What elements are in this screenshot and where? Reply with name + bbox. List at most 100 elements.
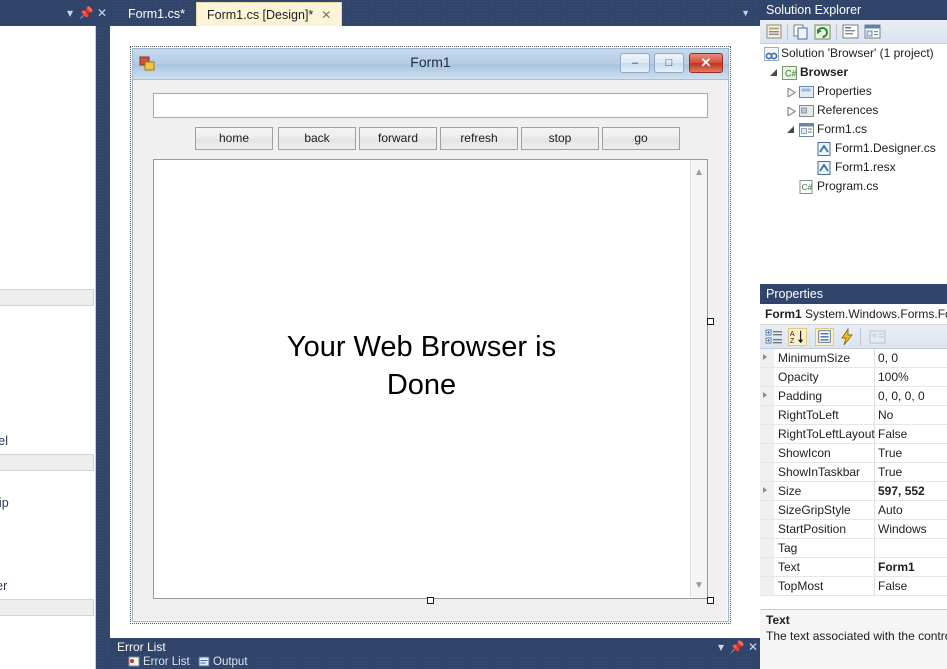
- tab-output[interactable]: Output: [198, 656, 248, 668]
- webbrowser-control[interactable]: Your Web Browser is Done ▲ ▼: [153, 159, 708, 599]
- collapsed-arrow-icon[interactable]: [787, 88, 796, 97]
- properties-description-pane: Text The text associated with the contro: [760, 609, 947, 669]
- refresh-button[interactable]: refresh: [440, 127, 518, 150]
- collapsed-arrow-icon[interactable]: [787, 107, 796, 116]
- property-value[interactable]: No: [878, 406, 947, 424]
- refresh-icon[interactable]: [814, 24, 831, 40]
- tree-item-solution[interactable]: Solution 'Browser' (1 project): [760, 44, 947, 63]
- property-row-sizegripstyle[interactable]: SizeGripStyle Auto: [760, 501, 947, 520]
- webbrowser-scrollbar[interactable]: ▲ ▼: [690, 160, 707, 598]
- tab-form1-cs[interactable]: Form1.cs*: [118, 2, 195, 26]
- expand-arrow-icon[interactable]: [763, 354, 767, 360]
- properties-grid[interactable]: MinimumSize 0, 0 Opacity 100% Padding 0,…: [760, 349, 947, 609]
- property-row-showintaskbar[interactable]: ShowInTaskbar True: [760, 463, 947, 482]
- property-value[interactable]: 0, 0, 0, 0: [878, 387, 947, 405]
- svg-text:C#: C#: [785, 69, 797, 79]
- home-button[interactable]: home: [195, 127, 273, 150]
- solution-explorer-tree[interactable]: Solution 'Browser' (1 project) C# Browse…: [760, 44, 947, 284]
- tree-item-references[interactable]: References: [760, 101, 947, 120]
- tree-item-properties[interactable]: Properties: [760, 82, 947, 101]
- properties-object-type: System.Windows.Forms.Fo: [805, 307, 947, 321]
- designer-canvas[interactable]: Form1 – □ ✕ home back forward refresh st…: [110, 26, 760, 638]
- properties-view-icon[interactable]: [815, 328, 834, 346]
- property-value[interactable]: False: [878, 577, 947, 595]
- back-button[interactable]: back: [278, 127, 356, 150]
- expand-arrow-icon[interactable]: [763, 487, 767, 493]
- property-value[interactable]: 100%: [878, 368, 947, 386]
- chevron-down-icon[interactable]: ▼: [741, 8, 750, 18]
- toolbox-group-header[interactable]: [0, 289, 94, 306]
- categorized-icon[interactable]: [765, 328, 784, 346]
- forward-button[interactable]: forward: [359, 127, 437, 150]
- show-all-files-icon[interactable]: [793, 24, 810, 40]
- toolbox-item[interactable]: tainer: [0, 579, 7, 593]
- property-row-opacity[interactable]: Opacity 100%: [760, 368, 947, 387]
- property-value[interactable]: Windows: [878, 520, 947, 538]
- browser-message-line2: Done: [386, 369, 457, 402]
- tree-item-form1-cs[interactable]: Form1.cs: [760, 120, 947, 139]
- pin-icon[interactable]: 📌: [729, 639, 745, 655]
- tab-error-list[interactable]: Error List: [128, 656, 190, 668]
- toolbar-divider: [836, 24, 837, 40]
- close-icon[interactable]: ✕: [745, 639, 761, 655]
- view-designer-icon[interactable]: [864, 24, 881, 40]
- property-value[interactable]: False: [878, 425, 947, 443]
- toolbox-group-header[interactable]: [0, 599, 94, 616]
- tab-form1-cs-design[interactable]: Form1.cs [Design]* ✕: [196, 2, 343, 26]
- view-code-icon[interactable]: [842, 24, 859, 40]
- toolbox-item[interactable]: Panel: [0, 434, 8, 448]
- property-row-topmost[interactable]: TopMost False: [760, 577, 947, 596]
- toolbox-item[interactable]: uStrip: [0, 496, 9, 510]
- tree-item-project-browser[interactable]: C# Browser: [760, 63, 947, 82]
- resize-handle-middle-right[interactable]: [707, 318, 714, 325]
- property-value[interactable]: Form1: [878, 558, 947, 576]
- property-row-minimumsize[interactable]: MinimumSize 0, 0: [760, 349, 947, 368]
- property-name: Size: [778, 484, 802, 498]
- close-icon[interactable]: ✕: [321, 8, 331, 22]
- right-docked-panels: Solution Explorer Solution 'Browser' (1 …: [760, 0, 947, 669]
- chevron-up-icon[interactable]: ▲: [691, 164, 707, 181]
- property-value[interactable]: Auto: [878, 501, 947, 519]
- resize-handle-bottom-right[interactable]: [707, 597, 714, 604]
- properties-object-selector[interactable]: Form1 System.Windows.Forms.Fo: [760, 304, 947, 325]
- alphabetical-icon[interactable]: A Z: [788, 328, 807, 346]
- minimize-button[interactable]: –: [620, 53, 650, 73]
- property-row-tag[interactable]: Tag: [760, 539, 947, 558]
- property-row-showicon[interactable]: ShowIcon True: [760, 444, 947, 463]
- tree-item-program-cs[interactable]: C# Program.cs: [760, 177, 947, 196]
- property-value[interactable]: True: [878, 463, 947, 481]
- property-row-padding[interactable]: Padding 0, 0, 0, 0: [760, 387, 947, 406]
- expanded-arrow-icon[interactable]: [787, 126, 796, 135]
- property-gutter: [760, 501, 774, 519]
- property-row-righttoleftlayout[interactable]: RightToLeftLayout False: [760, 425, 947, 444]
- tree-item-form1-designer-cs[interactable]: Form1.Designer.cs: [760, 139, 947, 158]
- events-view-icon[interactable]: [838, 328, 857, 346]
- pin-icon[interactable]: 📌: [78, 5, 94, 21]
- windows-form-preview[interactable]: Form1 – □ ✕ home back forward refresh st…: [132, 48, 729, 622]
- toolbox-group-header[interactable]: [0, 454, 94, 471]
- form-designer-surface[interactable]: Form1 – □ ✕ home back forward refresh st…: [110, 26, 760, 638]
- tree-item-form1-resx[interactable]: Form1.resx: [760, 158, 947, 177]
- close-icon[interactable]: ✕: [94, 5, 110, 21]
- chevron-down-icon[interactable]: ▾: [62, 5, 78, 21]
- resize-handle-bottom-center[interactable]: [427, 597, 434, 604]
- toolbox-panel[interactable]: Box dar own anel er Panel uStrip tainer …: [0, 26, 96, 669]
- property-value[interactable]: 597, 552: [878, 482, 947, 500]
- property-row-righttoleft[interactable]: RightToLeft No: [760, 406, 947, 425]
- go-button[interactable]: go: [602, 127, 680, 150]
- close-button[interactable]: ✕: [689, 53, 723, 73]
- expand-arrow-icon[interactable]: [763, 392, 767, 398]
- chevron-down-icon[interactable]: ▼: [691, 577, 707, 594]
- url-textbox[interactable]: [153, 93, 708, 118]
- expanded-arrow-icon[interactable]: [770, 69, 779, 78]
- property-row-text[interactable]: Text Form1: [760, 558, 947, 577]
- maximize-button[interactable]: □: [654, 53, 684, 73]
- stop-button[interactable]: stop: [521, 127, 599, 150]
- toolbox-caption-bar: ▾ 📌 ✕: [0, 0, 110, 26]
- properties-icon[interactable]: [766, 24, 783, 40]
- property-row-startposition[interactable]: StartPosition Windows: [760, 520, 947, 539]
- property-value[interactable]: 0, 0: [878, 349, 947, 367]
- property-value[interactable]: True: [878, 444, 947, 462]
- chevron-down-icon[interactable]: ▾: [713, 639, 729, 655]
- property-row-size[interactable]: Size 597, 552: [760, 482, 947, 501]
